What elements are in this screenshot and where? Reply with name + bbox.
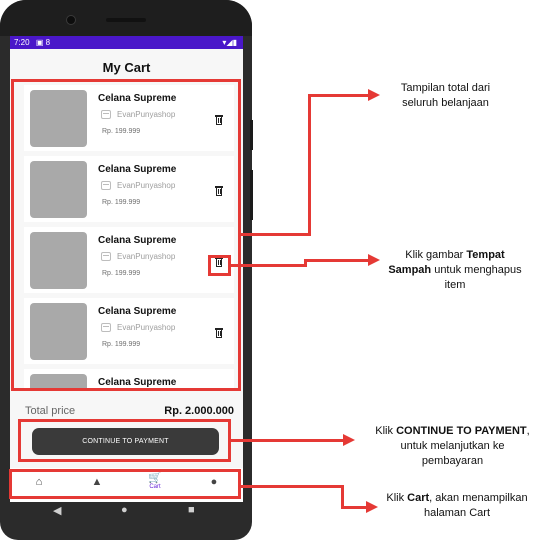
highlight-trash-icon	[208, 255, 231, 276]
callout-line	[308, 94, 311, 236]
total-price-label: Total price	[25, 405, 76, 417]
annotation-cart-line2: halaman Cart	[423, 507, 491, 519]
callout-line	[240, 233, 311, 236]
highlight-bottom-nav	[9, 469, 241, 499]
annotation-payment-line2: untuk melanjutkan ke	[400, 440, 505, 452]
annotation-trash-bold2: Sampah	[388, 264, 432, 276]
callout-line	[231, 439, 343, 442]
status-time: 7:20	[14, 38, 30, 47]
annotation-trash-pre: Klik gambar	[405, 249, 467, 261]
annotation-payment-line3: pembayaran	[421, 455, 484, 467]
power-button	[250, 120, 253, 150]
system-navigation-bar: ◀ ● ■	[10, 502, 243, 522]
volume-button	[250, 170, 253, 220]
callout-line	[231, 264, 305, 267]
annotation-payment: Klik CONTINUE TO PAYMENT, untuk melanjut…	[360, 424, 545, 469]
annotation-trash: Klik gambar Tempat Sampah untuk menghapu…	[370, 248, 540, 293]
annotation-trash-post: untuk menghapus	[431, 264, 522, 276]
annotation-trash-line3: item	[444, 279, 466, 291]
status-signal-icons: ▾◢▮	[222, 38, 237, 47]
annotation-total: Tampilan total dari seluruh belanjaan	[378, 81, 513, 111]
annotation-cart-pre: Klik	[386, 492, 408, 504]
recents-icon[interactable]: ■	[188, 504, 195, 516]
status-notification-icons: ▣ 8	[35, 38, 51, 47]
home-circle-icon[interactable]: ●	[121, 504, 128, 516]
arrow-head	[343, 434, 355, 446]
annotation-cart-bold: Cart	[407, 492, 430, 504]
annotation-total-line1: Tampilan total dari	[400, 82, 491, 94]
annotation-payment-post: ,	[526, 425, 530, 437]
annotation-payment-pre: Klik	[375, 425, 397, 437]
earpiece-speaker	[106, 18, 146, 22]
annotation-trash-bold1: Tempat	[466, 249, 505, 261]
highlight-cart-list	[11, 79, 241, 391]
highlight-payment-button	[18, 419, 231, 462]
annotation-payment-bold: CONTINUE TO PAYMENT	[396, 425, 527, 437]
annotation-cart-post: , akan menampilkan	[429, 492, 528, 504]
callout-line	[341, 506, 366, 509]
back-icon[interactable]: ◀	[53, 504, 61, 517]
annotation-cart: Klik Cart, akan menampilkan halaman Cart	[372, 491, 542, 521]
callout-line	[308, 94, 368, 97]
front-camera	[66, 15, 76, 25]
callout-line	[304, 259, 368, 262]
callout-line	[241, 485, 342, 488]
page-title: My Cart	[102, 60, 151, 75]
total-price-value: Rp. 2.000.000	[164, 405, 234, 417]
annotation-total-line2: seluruh belanjaan	[402, 97, 489, 109]
status-bar: 7:20 ▣ 8 ▾◢▮	[10, 36, 243, 49]
phone-top-bezel	[0, 0, 252, 36]
